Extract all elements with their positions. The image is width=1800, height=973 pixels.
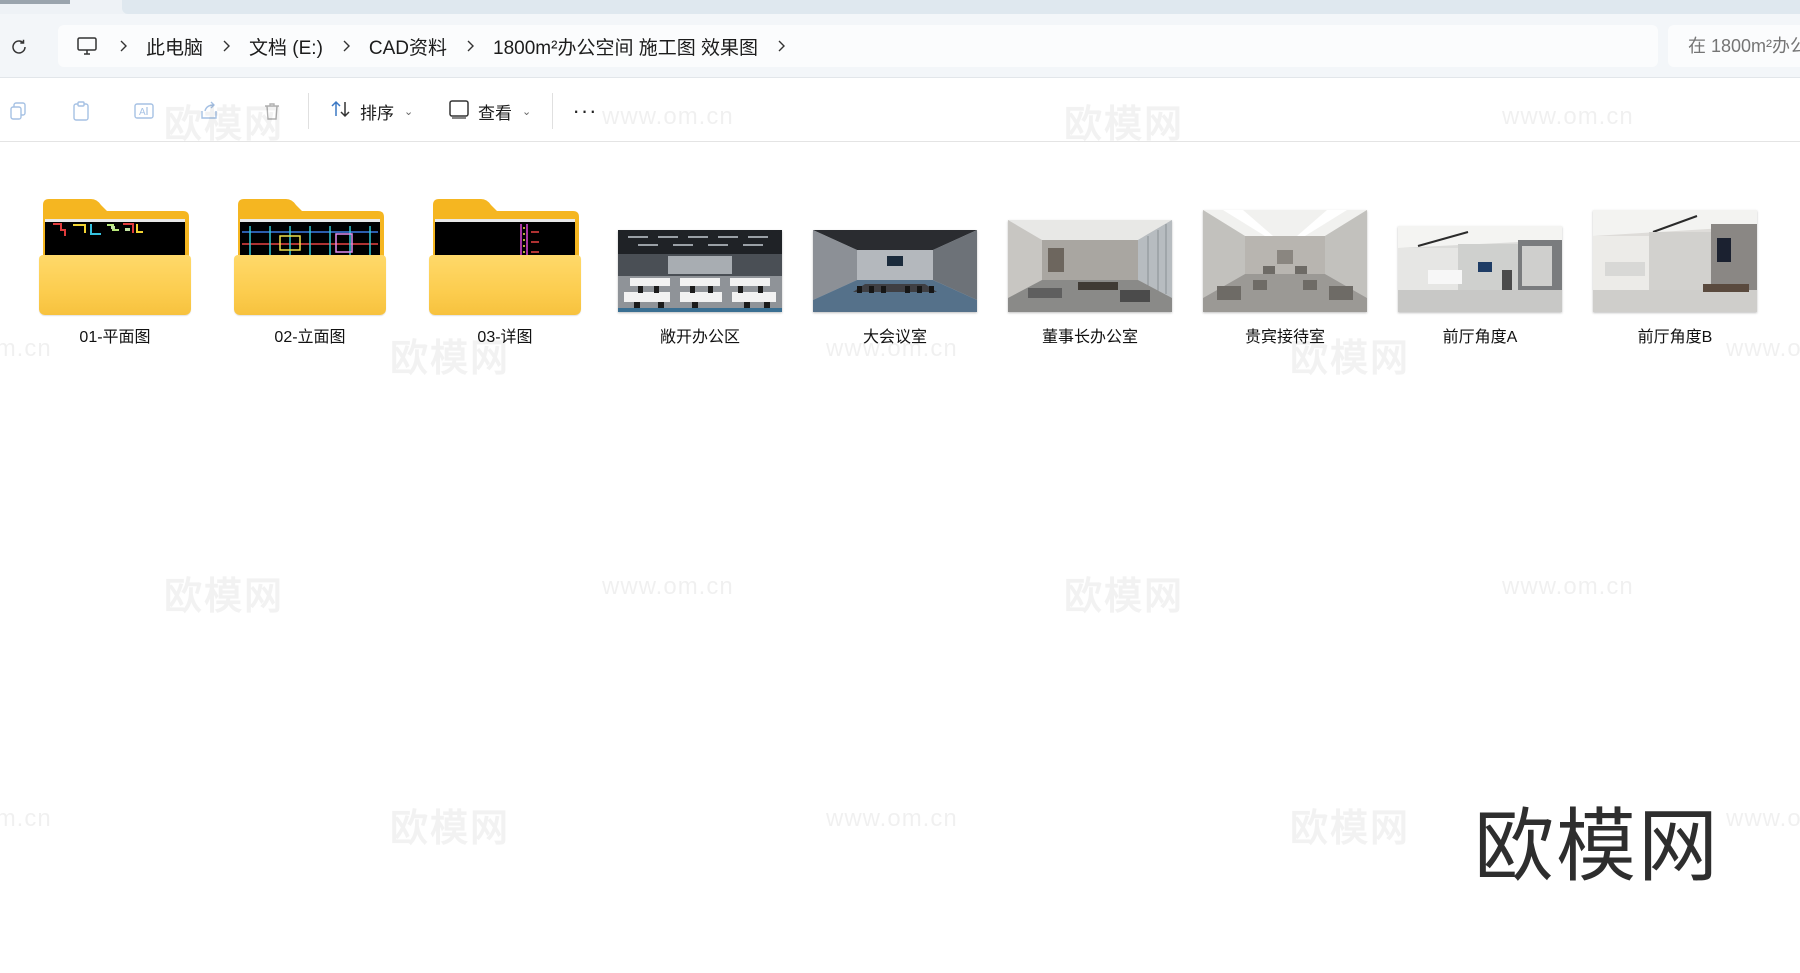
folder-thumbnail	[413, 173, 597, 315]
address-row: 此电脑 文档 (E:) CAD资料 1800m²办公空间 施工图 效果图	[0, 14, 1800, 78]
folder-thumbnail	[23, 173, 207, 315]
item-label: 大会议室	[862, 329, 927, 346]
image-preview	[1008, 220, 1172, 312]
delete-icon[interactable]	[260, 99, 284, 123]
item-label: 01-平面图	[79, 329, 151, 346]
item-label: 董事长办公室	[1041, 329, 1138, 346]
image-thumbnail	[1193, 173, 1377, 315]
sort-label: 排序	[360, 103, 394, 123]
image-item[interactable]: 前厅角度A	[1388, 173, 1572, 346]
toolbar-separator	[308, 93, 309, 129]
watermark-url: www.om.cn	[0, 805, 52, 832]
chevron-right-icon[interactable]	[457, 33, 483, 59]
folder-icon	[429, 197, 581, 315]
image-thumbnail	[998, 173, 1182, 315]
share-icon[interactable]	[197, 99, 221, 123]
tab-strip	[0, 0, 1800, 14]
image-thumbnail	[803, 173, 987, 315]
watermark-brand: 欧模网	[390, 808, 511, 850]
view-button[interactable]: 查看 ⌄	[440, 93, 539, 129]
folder-item[interactable]: 03-详图	[413, 173, 597, 346]
watermark-brand: 欧模网	[1064, 576, 1185, 618]
breadcrumb-this-pc[interactable]: 此电脑	[136, 33, 213, 60]
image-preview	[618, 230, 782, 312]
image-preview	[1203, 210, 1367, 312]
view-icon	[448, 99, 470, 124]
watermark-url: www.om.cn	[826, 805, 958, 832]
image-item[interactable]: 前厅角度B	[1583, 173, 1767, 346]
item-label: 前厅角度A	[1442, 329, 1518, 346]
breadcrumb-drive-e[interactable]: 文档 (E:)	[239, 33, 333, 60]
active-tab[interactable]	[122, 0, 1800, 14]
chevron-down-icon: ⌄	[522, 105, 532, 118]
tab-left-remnant[interactable]	[0, 0, 70, 4]
view-label: 查看	[478, 103, 512, 123]
item-label: 02-立面图	[274, 329, 346, 346]
image-item[interactable]: 董事长办公室	[998, 173, 1182, 346]
folder-item[interactable]: 02-立面图	[218, 173, 402, 346]
chevron-right-icon[interactable]	[768, 33, 794, 59]
watermark-url: www.om.cn	[1502, 573, 1634, 600]
image-thumbnail	[608, 173, 792, 315]
toolbar-separator	[552, 93, 553, 129]
refresh-icon[interactable]	[6, 34, 32, 60]
folder-icon	[39, 197, 191, 315]
more-icon[interactable]: ···	[568, 97, 602, 125]
item-label: 贵宾接待室	[1244, 329, 1325, 346]
breadcrumb-cad-folder[interactable]: CAD资料	[359, 33, 457, 60]
svg-text:A: A	[139, 107, 146, 118]
breadcrumb-current-folder[interactable]: 1800m²办公空间 施工图 效果图	[483, 33, 768, 60]
chevron-right-icon[interactable]	[213, 33, 239, 59]
item-label: 敞开办公区	[659, 329, 740, 346]
folder-icon	[234, 197, 386, 315]
image-preview	[1398, 226, 1562, 312]
watermark-brand: 欧模网	[1290, 808, 1411, 850]
file-explorer-window: 此电脑 文档 (E:) CAD资料 1800m²办公空间 施工图 效果图 在 1…	[0, 0, 1800, 973]
image-item[interactable]: 敞开办公区	[608, 173, 792, 346]
sort-icon	[330, 99, 352, 124]
item-label: 03-详图	[477, 329, 533, 346]
rename-icon[interactable]: A	[132, 99, 156, 123]
search-box[interactable]	[1668, 25, 1800, 67]
watermark-brand: 欧模网	[164, 576, 285, 618]
command-toolbar: A 排序 ⌄ 查看 ⌄ ···	[0, 79, 1800, 142]
watermark-url: www.om.cn	[602, 573, 734, 600]
chevron-right-icon[interactable]	[110, 33, 136, 59]
image-thumbnail	[1388, 173, 1572, 315]
chevron-down-icon: ⌄	[404, 105, 414, 118]
copy-icon[interactable]	[6, 99, 30, 123]
image-preview	[1593, 210, 1757, 312]
paste-icon[interactable]	[69, 99, 93, 123]
image-item[interactable]: 贵宾接待室	[1193, 173, 1377, 346]
item-label: 前厅角度B	[1637, 329, 1713, 346]
computer-icon[interactable]	[74, 33, 100, 59]
image-thumbnail	[1583, 173, 1767, 315]
image-preview	[813, 230, 977, 312]
search-input[interactable]	[1668, 25, 1800, 67]
chevron-right-icon[interactable]	[333, 33, 359, 59]
sort-button[interactable]: 排序 ⌄	[322, 93, 421, 129]
folder-thumbnail	[218, 173, 402, 315]
image-item[interactable]: 大会议室	[803, 173, 987, 346]
watermark-url: www.om.cn	[1726, 805, 1800, 832]
folder-item[interactable]: 01-平面图	[23, 173, 207, 346]
address-bar[interactable]: 此电脑 文档 (E:) CAD资料 1800m²办公空间 施工图 效果图	[58, 25, 1658, 67]
brand-logo-watermark: 欧模网	[1474, 800, 1720, 893]
